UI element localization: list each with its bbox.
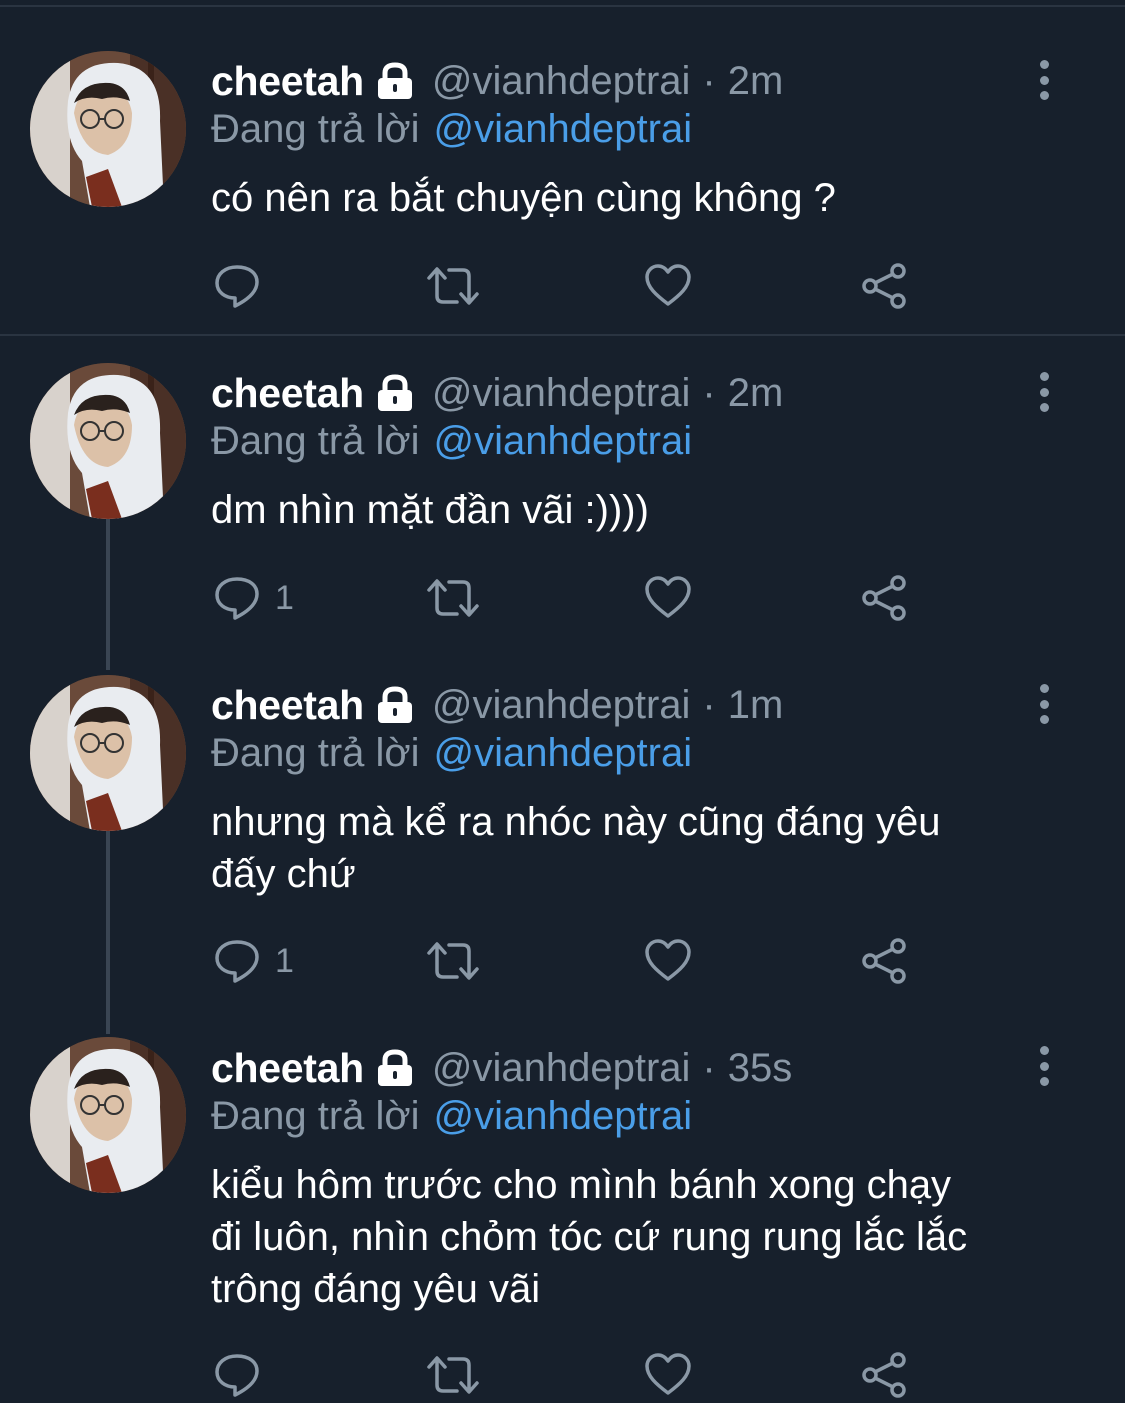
replying-to-handle[interactable]: @vianhdeptrai: [434, 1094, 693, 1139]
share-icon: [860, 1351, 908, 1399]
display-name[interactable]: cheetah: [211, 1045, 364, 1092]
share-button[interactable]: [860, 1349, 908, 1401]
lock-icon: [374, 1049, 416, 1087]
reply-icon: [213, 1351, 261, 1399]
like-button[interactable]: [644, 1349, 692, 1401]
replying-to: Đang trả lời @vianhdeptrai: [211, 1093, 692, 1139]
tweet-text-line: trông đáng yêu vãi: [211, 1267, 541, 1311]
timestamp[interactable]: 35s: [728, 1046, 793, 1091]
tweet-header: cheetah @vianhdeptrai · 35s: [211, 1043, 792, 1093]
tweet[interactable]: cheetah @vianhdeptrai · 35s Đang trả lời…: [0, 0, 1125, 1403]
more-vertical-icon[interactable]: [1030, 1046, 1058, 1086]
retweet-icon: [426, 1351, 480, 1399]
separator: ·: [702, 1045, 716, 1090]
retweet-button[interactable]: [426, 1349, 480, 1401]
tweet-text: kiểu hôm trước cho mình bánh xong chạy đ…: [211, 1159, 1071, 1315]
heart-icon: [644, 1351, 692, 1399]
tweet-text-line: đi luôn, nhìn chỏm tóc cứ rung rung lắc …: [211, 1215, 968, 1259]
action-bar: [0, 1349, 1125, 1401]
tweet-text-line: kiểu hôm trước cho mình bánh xong chạy: [211, 1163, 952, 1207]
replying-label: Đang trả lời: [211, 1093, 420, 1138]
thread-view: cheetah @vianhdeptrai · 2m Đang trả lời …: [0, 0, 1125, 1403]
user-handle[interactable]: @vianhdeptrai: [432, 1046, 691, 1091]
avatar[interactable]: [30, 1037, 186, 1193]
reply-button[interactable]: [213, 1349, 275, 1401]
